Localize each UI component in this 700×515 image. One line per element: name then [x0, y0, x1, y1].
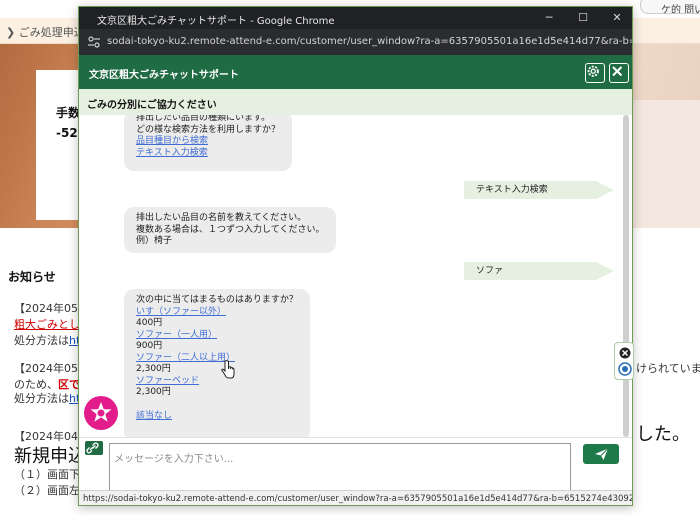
chat-popup-window: 文京区粗大ごみチャットサポート - Google Chrome ─ ☐ ✕ so…	[78, 6, 633, 506]
message-input[interactable]	[109, 443, 571, 497]
link-status-bar: https://sodai-tokyo-ku2.remote-attend-e.…	[79, 490, 633, 505]
url-text[interactable]: sodai-tokyo-ku2.remote-attend-e.com/cust…	[107, 36, 632, 47]
chat-header: 文京区粗大ごみチャットサポート	[79, 55, 632, 89]
search-by-text-link[interactable]: テキスト入力検索	[136, 148, 280, 160]
bot-message-search-method: 排出したい品目の種類にいます。 どの様な検索方法を利用しますか？ 品目種目から検…	[124, 115, 293, 171]
window-title-bar[interactable]: 文京区粗大ごみチャットサポート - Google Chrome ─ ☐ ✕	[79, 7, 632, 29]
news-1-link-prefix: 処分方法は	[14, 334, 69, 347]
minimize-button[interactable]: ─	[538, 10, 560, 26]
send-icon	[595, 448, 609, 460]
option-sofa-multi-link[interactable]: ソファー（二人以上用）	[136, 353, 298, 365]
send-button[interactable]	[583, 444, 619, 464]
close-chat-button[interactable]	[609, 63, 629, 83]
banner-card-title: 手数	[56, 106, 81, 120]
chat-message-list[interactable]: 排出したい品目の種類にいます。 どの様な検索方法を利用しますか？ 品目種目から検…	[79, 115, 632, 437]
bot-message-item-name: 排出したい品目の名前を教えてください。 複数ある場合は、１つずつ入力してください…	[124, 207, 337, 253]
big-heading-left: 新規申込	[14, 446, 86, 467]
option-sofa-single-link[interactable]: ソファー（一人用）	[136, 330, 298, 342]
option-sofa-multi-price: 2,300円	[136, 364, 171, 374]
close-window-button[interactable]: ✕	[606, 10, 628, 26]
news-2-link-line: 処分方法はhtt	[14, 390, 85, 406]
banner-light-strip	[632, 100, 700, 228]
maximize-button[interactable]: ☐	[572, 10, 594, 26]
option-sofa-bed-link[interactable]: ソファーベッド	[136, 376, 298, 388]
news-2-suffix: けられていま	[636, 362, 700, 375]
option-spacer	[136, 399, 298, 411]
close-icon	[612, 66, 623, 77]
big-heading-right: した。	[636, 424, 690, 445]
attachment-link-icon[interactable]	[85, 441, 103, 455]
option-none-link[interactable]: 該当なし	[136, 411, 298, 423]
settings-button[interactable]	[585, 63, 605, 83]
bot-message-line: 複数ある場合は、１つずつ入力してください。	[136, 224, 325, 235]
side-widget[interactable]	[614, 342, 634, 380]
chat-header-title: 文京区粗大ごみチャットサポート	[89, 70, 239, 81]
pointer-cursor-icon	[221, 360, 235, 379]
chat-subheader: ごみの分別にご協力ください	[79, 89, 632, 115]
user-message-sofa: ソファ	[464, 262, 614, 280]
news-2-link-prefix: 処分方法は	[14, 392, 69, 405]
background-top-button[interactable]: ケ的 問い	[640, 0, 700, 14]
option-sofa-single-price: 900円	[136, 341, 163, 351]
close-circle-icon[interactable]	[615, 343, 635, 381]
user-message-text-search: テキスト入力検索	[464, 181, 614, 199]
bot-message-line: 排出したい品目の種類にいます。	[136, 115, 271, 123]
chat-scroll-thumb[interactable]	[623, 115, 629, 437]
gear-icon	[587, 65, 599, 77]
bot-avatar	[84, 396, 118, 430]
site-settings-icon[interactable]	[87, 35, 101, 49]
bot-message-line: 例）椅子	[136, 236, 173, 246]
option-sofa-bed-price: 2,300円	[136, 387, 171, 397]
address-bar: sodai-tokyo-ku2.remote-attend-e.com/cust…	[79, 29, 632, 55]
breadcrumb-text[interactable]: ❯ ごみ処理申込	[6, 24, 85, 40]
window-title: 文京区粗大ごみチャットサポート - Google Chrome	[97, 16, 335, 27]
bot-message-options: 次の中に当てはまるものはありますか？ いす（ソファー以外） 400円 ソファー（…	[124, 289, 310, 437]
bot-message-line: どの様な検索方法を利用しますか？	[136, 124, 281, 135]
bot-avatar-icon	[90, 402, 112, 422]
bot-message-line: 次の中に当てはまるものはありますか？	[136, 295, 298, 305]
bot-message-line: 排出したい品目の名前を教えてください。	[136, 213, 307, 223]
option-chair-price: 400円	[136, 318, 163, 328]
chat-subheader-text: ごみの分別にご協力ください	[87, 100, 217, 111]
option-chair-link[interactable]: いす（ソファー以外）	[136, 307, 298, 319]
news-1-link-line: 処分方法はhtt	[14, 332, 85, 348]
status-url-text: https://sodai-tokyo-ku2.remote-attend-e.…	[83, 494, 633, 504]
step-2: （２）画面左	[14, 484, 80, 497]
news-title: お知らせ	[8, 270, 56, 284]
search-by-category-link[interactable]: 品目種目から検索	[136, 136, 280, 148]
step-1: （１）画面下	[14, 468, 80, 481]
